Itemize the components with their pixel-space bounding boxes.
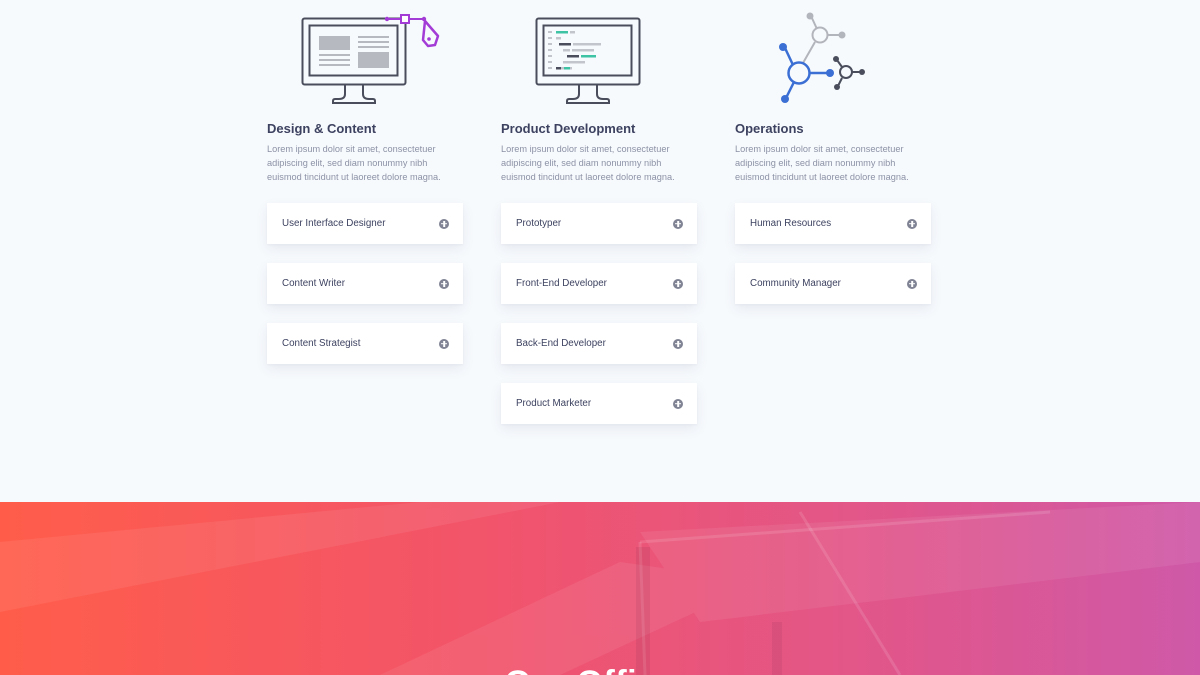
job-item-product-marketer[interactable]: Product Marketer (501, 383, 697, 424)
monitor-design-icon (267, 10, 464, 110)
job-label: Human Resources (750, 218, 832, 229)
department-title: Design & Content (267, 121, 377, 136)
job-label: Front-End Developer (516, 278, 607, 289)
department-description: Lorem ipsum dolor sit amet, consectetuer… (267, 144, 441, 182)
job-item-community-manager[interactable]: Community Manager (735, 263, 931, 304)
plus-circle-icon[interactable] (439, 338, 449, 349)
department-description: Lorem ipsum dolor sit amet, consectetuer… (501, 144, 675, 182)
plus-circle-icon[interactable] (439, 278, 449, 289)
job-item-front-end-developer[interactable]: Front-End Developer (501, 263, 697, 304)
plus-circle-icon[interactable] (673, 278, 683, 289)
hero-background-photo (0, 502, 1200, 675)
monitor-code-icon (501, 10, 698, 110)
offices-title: Our Offices (0, 664, 1200, 675)
plus-circle-icon[interactable] (673, 338, 683, 349)
plus-circle-icon[interactable] (907, 278, 917, 289)
plus-circle-icon[interactable] (673, 398, 683, 409)
job-label: Back-End Developer (516, 338, 606, 349)
job-item-content-writer[interactable]: Content Writer (267, 263, 463, 304)
plus-circle-icon[interactable] (907, 218, 917, 229)
department-title: Operations (735, 121, 804, 136)
job-item-content-strategist[interactable]: Content Strategist (267, 323, 463, 364)
plus-circle-icon[interactable] (439, 218, 449, 229)
department-title: Product Development (501, 121, 636, 136)
department-description: Lorem ipsum dolor sit amet, consectetuer… (735, 144, 909, 182)
job-item-prototyper[interactable]: Prototyper (501, 203, 697, 244)
network-icon (735, 10, 932, 110)
job-item-user-interface-designer[interactable]: User Interface Designer (267, 203, 463, 244)
job-label: User Interface Designer (282, 218, 386, 229)
offices-hero: Our Offices (0, 502, 1200, 675)
job-item-human-resources[interactable]: Human Resources (735, 203, 931, 244)
job-label: Prototyper (516, 218, 562, 229)
job-label: Content Strategist (282, 338, 361, 349)
job-label: Product Marketer (516, 398, 592, 409)
job-label: Community Manager (750, 278, 841, 289)
job-item-back-end-developer[interactable]: Back-End Developer (501, 323, 697, 364)
job-departments-section: Design & Content Lorem ipsum dolor sit a… (0, 0, 1200, 502)
plus-circle-icon[interactable] (673, 218, 683, 229)
job-label: Content Writer (282, 278, 345, 289)
